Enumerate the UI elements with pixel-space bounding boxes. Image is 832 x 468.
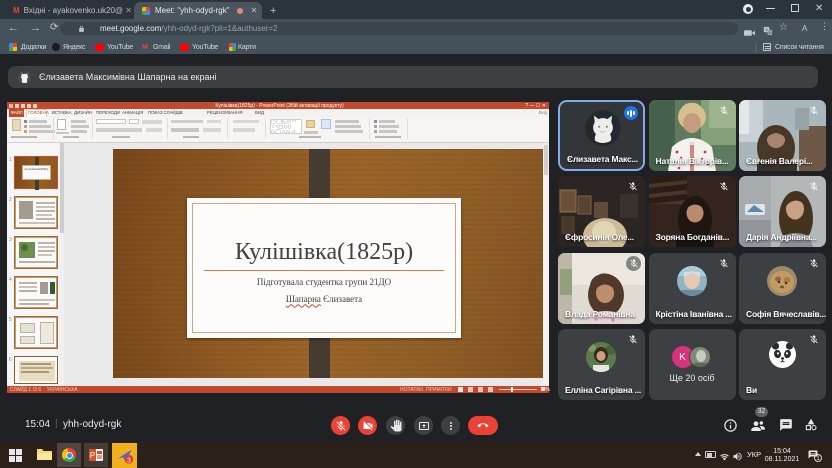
svg-text:P: P xyxy=(90,451,95,460)
svg-text:3: 3 xyxy=(127,457,131,464)
